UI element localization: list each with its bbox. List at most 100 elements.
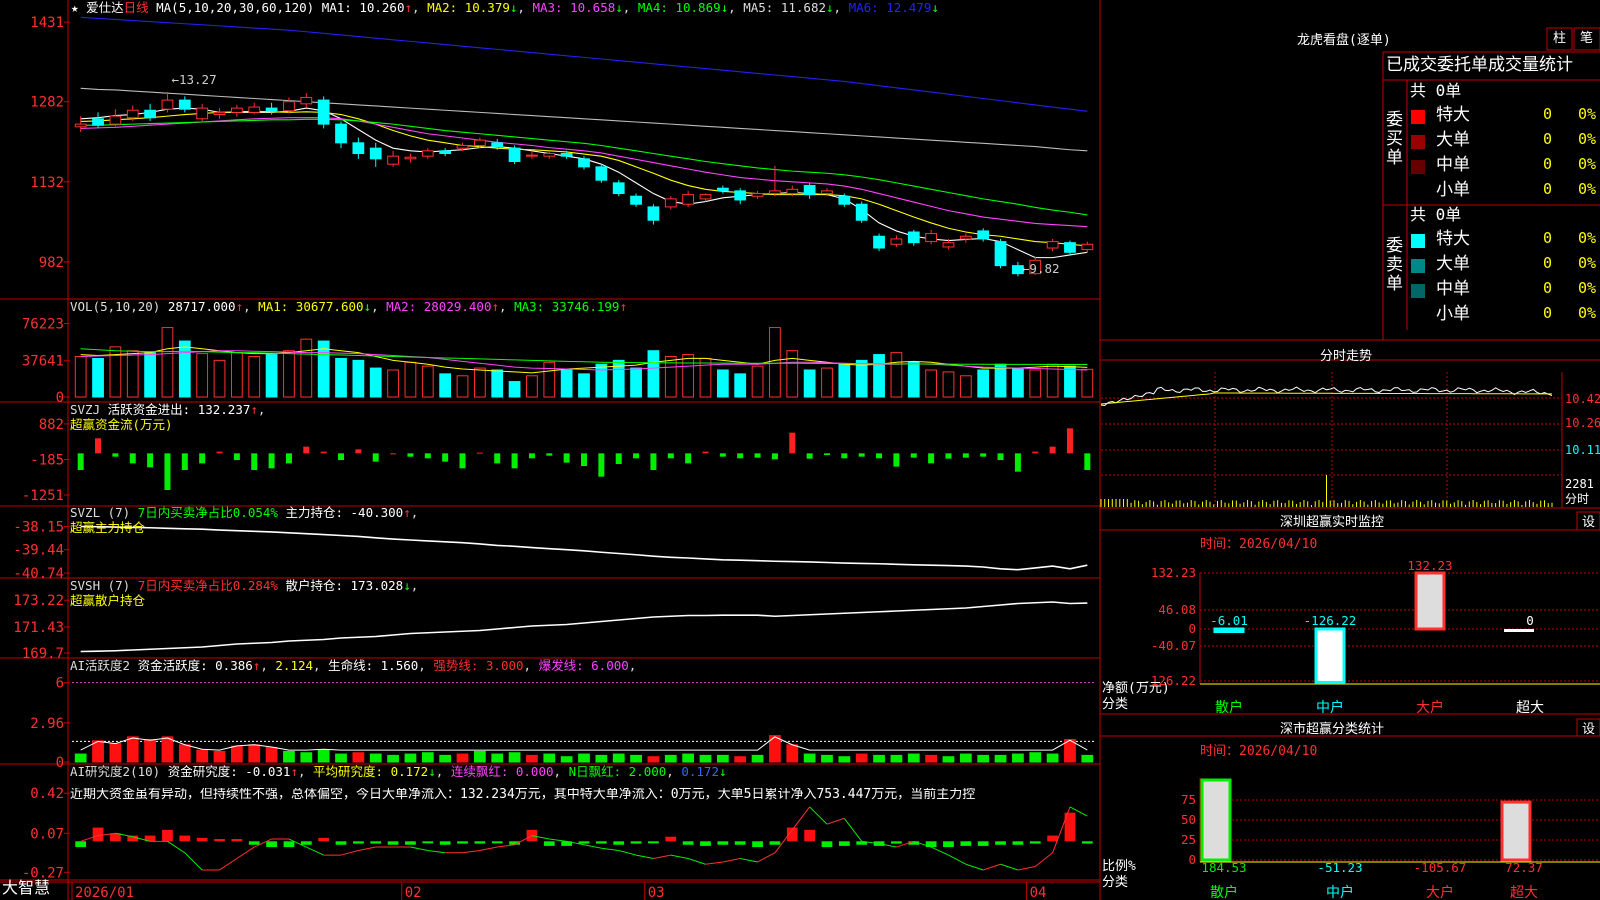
activity-bar [595, 754, 608, 763]
ma-legend-sep: , [728, 0, 736, 15]
order-type-label: 中单 [1436, 155, 1470, 175]
activity-bar [456, 753, 469, 763]
ma-prefix: MA(5,10,20,30,60,120) [156, 0, 315, 15]
activity-bar [647, 756, 660, 763]
activity-bar [751, 754, 764, 763]
btn-zhu[interactable]: 柱 [1553, 32, 1566, 45]
candle-body [265, 107, 278, 112]
candle-body [369, 147, 382, 160]
research-bar [821, 841, 833, 848]
research-bar [457, 841, 468, 844]
research-line [653, 854, 671, 860]
research-line [219, 858, 238, 871]
research-line [618, 850, 637, 856]
fund-flow-bar [650, 453, 657, 470]
order-percent: 0% [1578, 105, 1597, 123]
candle-body [1046, 241, 1059, 249]
candle-body [734, 190, 747, 201]
candle-body [456, 144, 469, 149]
candle-body [421, 150, 434, 157]
research-bar [370, 841, 382, 844]
order-color-swatch [1411, 110, 1425, 124]
ma-legend-arrow: ↓ [826, 0, 834, 15]
ma-legend-item: MA1: 10.260 [321, 0, 405, 15]
ai-act-l1: 资金活跃度: 0.386 [137, 658, 253, 673]
vol-arrow: ↑ [235, 299, 244, 314]
fund-flow-bar [633, 453, 640, 459]
candle-body [300, 96, 313, 105]
szm-title: 深圳超赢实时监控 [1280, 515, 1385, 530]
fund-flow-bar [181, 453, 188, 470]
volume-bar [456, 375, 469, 398]
order-color-swatch [1411, 284, 1425, 298]
side-char: 委 [1386, 236, 1403, 256]
monitor-value-label: -126.22 [1304, 613, 1357, 628]
svsh-y-tick: 171.43 [13, 620, 64, 636]
research-bar [838, 841, 850, 846]
volume-bar [543, 361, 556, 398]
research-bar [422, 841, 434, 844]
research-line [184, 852, 203, 871]
research-bar [387, 841, 399, 845]
ssc-settings-button[interactable]: 设 [1582, 723, 1595, 736]
research-line [167, 840, 186, 854]
ai-act-l4: 强势线: 3.000 [433, 658, 524, 673]
research-line [948, 854, 967, 865]
svzl-sub: 超赢主力持仓 [70, 520, 146, 535]
volume-bar [74, 356, 87, 398]
ai-res-y-tick: 0.42 [30, 786, 64, 802]
activity-bar [473, 750, 486, 763]
candle-body [994, 241, 1007, 267]
ma-legend-arrow: ↑ [404, 0, 413, 15]
volume-bar [890, 352, 903, 398]
order-type-label: 特大 [1436, 105, 1470, 125]
research-bar [266, 841, 277, 848]
fund-flow-bar [268, 453, 275, 469]
ratio-y-tick: 50 [1181, 812, 1196, 827]
fund-flow-bar [615, 453, 622, 464]
monitor-bar [1314, 627, 1346, 684]
research-bar [804, 829, 816, 842]
svzj-y-tick: -185 [30, 453, 64, 469]
volume-bar [161, 327, 174, 398]
svzl-prefix: SVZL (7) [70, 505, 131, 520]
szm-settings-button[interactable]: 设 [1582, 516, 1595, 529]
monitor-category-label: 超大 [1516, 700, 1544, 716]
volume-bar [404, 361, 417, 398]
price-y-tick: 1282 [30, 95, 64, 111]
order-tabs[interactable]: 已成交委托单成交量统计 [1386, 57, 1573, 74]
activity-bar [560, 756, 573, 763]
volume-bar [977, 369, 990, 398]
fund-flow-bar [546, 453, 553, 456]
ma-legend-item: MA3: 10.658 [524, 0, 616, 15]
fund-flow-bar [129, 453, 136, 464]
fund-flow-bar [355, 449, 362, 454]
order-type-label: 大单 [1436, 130, 1470, 150]
research-line [965, 863, 984, 871]
order-type-label: 特大 [1436, 229, 1470, 249]
svsh-header: SVSH (7) 7日内买卖净占比0.284% 散户持仓: 173.028↓, [70, 578, 419, 593]
ai-act-prefix: AI活跃度2 [70, 658, 131, 673]
star-icon[interactable]: ★ [71, 0, 79, 15]
activity-bar [907, 753, 920, 763]
ssc-time: 时间：2026/04/10 [1200, 744, 1318, 759]
fund-flow-bar [962, 453, 969, 458]
app-logo[interactable]: 大智慧 [2, 880, 50, 896]
volume-bar [439, 373, 452, 398]
btn-bi[interactable]: 笔 [1580, 32, 1593, 45]
period-label[interactable]: 日线 [124, 0, 149, 15]
fszs-title[interactable]: 分时走势 [1320, 350, 1372, 363]
activity-bar [265, 746, 278, 763]
candle-body [716, 187, 729, 192]
side-char: 委 [1386, 110, 1403, 130]
svzj-y-tick: -1251 [22, 488, 64, 504]
ai-res-l1: 资金研究度: -0.031 [167, 764, 291, 779]
candle-body [335, 123, 347, 144]
fund-flow-bar [806, 453, 813, 459]
volume-bar [491, 369, 504, 398]
ma-legend-item: MA4: 10.869 [630, 0, 721, 15]
low-price-label: ←9.82 [1022, 261, 1060, 276]
research-bar [960, 841, 972, 846]
ai-res-prefix: AI研究度2(10) [70, 764, 161, 779]
research-bar [248, 841, 260, 845]
